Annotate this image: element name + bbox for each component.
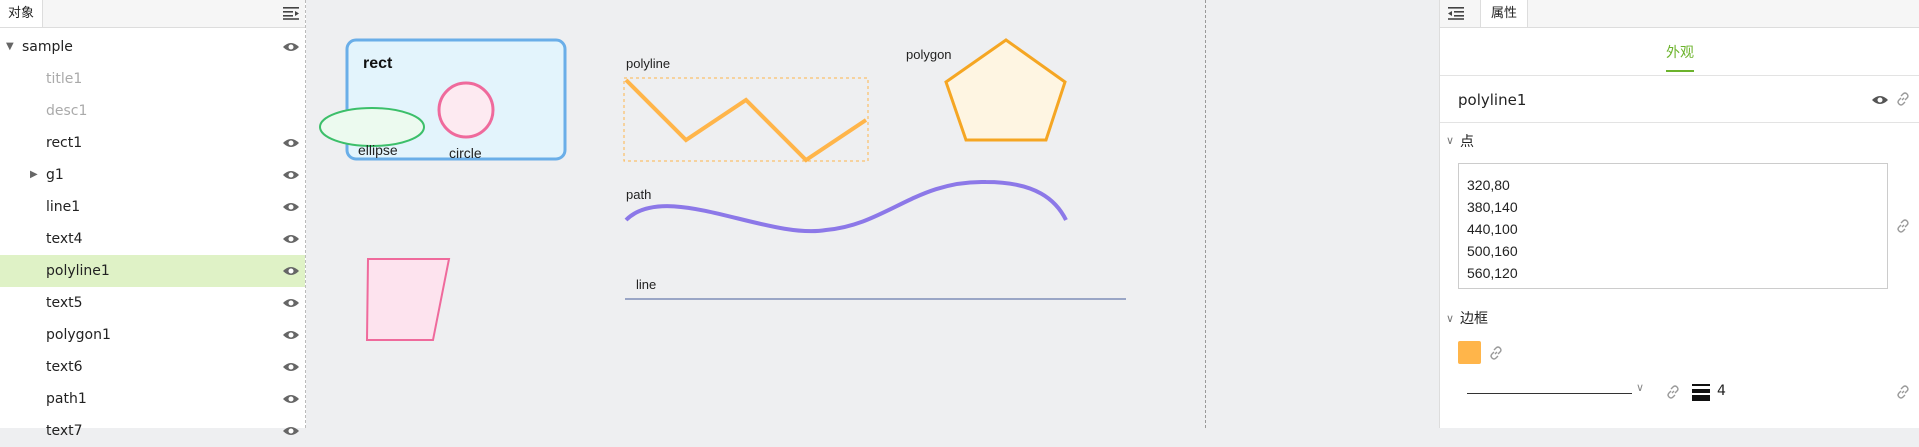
polygon-label: polygon <box>906 47 952 62</box>
objects-panel: 对象 ▼ sample title1 desc1 rect1 ▶ g1 line1 text4 p… <box>0 0 306 439</box>
link-icon[interactable] <box>1489 346 1503 360</box>
object-header: polyline1 <box>1440 76 1919 123</box>
eye-icon[interactable] <box>1872 94 1888 106</box>
caret-right-icon[interactable]: ▶ <box>30 159 38 191</box>
tree-item-text7[interactable]: text7 <box>0 415 305 447</box>
objects-tabbar: 对象 <box>0 0 305 28</box>
points-textarea[interactable]: 320,80 380,140 440,100 500,160 560,120 <box>1458 163 1888 289</box>
tree-item-label: desc1 <box>46 103 88 119</box>
link-icon[interactable] <box>1896 219 1910 233</box>
path-label: path <box>626 187 651 202</box>
eye-icon[interactable] <box>283 425 299 437</box>
tree-item-label: title1 <box>46 71 83 87</box>
border-section-title[interactable]: 边框 <box>1460 308 1488 328</box>
link-icon[interactable] <box>1666 385 1680 399</box>
eye-icon[interactable] <box>283 201 299 213</box>
tree-item-text6[interactable]: text6 <box>0 351 305 383</box>
tab-properties[interactable]: 属性 <box>1480 0 1529 27</box>
canvas-boundary <box>1205 0 1206 428</box>
object-name: polyline1 <box>1458 91 1527 109</box>
parallelogram-shape[interactable] <box>365 258 451 341</box>
eye-icon[interactable] <box>283 137 299 149</box>
stroke-style-select[interactable] <box>1467 393 1632 394</box>
polyline-label: polyline <box>626 56 670 71</box>
tree-item-g1[interactable]: ▶ g1 <box>0 159 305 191</box>
properties-tabbar: 属性 <box>1440 0 1919 28</box>
stroke-width-value[interactable]: 4 <box>1717 383 1726 399</box>
tab-appearance[interactable]: 外观 <box>1666 42 1694 72</box>
tree-item-polyline1[interactable]: polyline1 <box>0 255 305 287</box>
tree-item-title1[interactable]: title1 <box>0 63 305 95</box>
tree-item-desc1[interactable]: desc1 <box>0 95 305 127</box>
selection-box[interactable] <box>623 77 869 162</box>
eye-icon[interactable] <box>283 41 299 53</box>
polyline-shape[interactable] <box>624 78 868 163</box>
list-menu-icon[interactable] <box>283 6 299 20</box>
chevron-down-icon[interactable]: ∨ <box>1446 312 1454 325</box>
tree-item-line1[interactable]: line1 <box>0 191 305 223</box>
stroke-width-icon[interactable] <box>1692 383 1710 401</box>
tree-item-text4[interactable]: text4 <box>0 223 305 255</box>
caret-down-icon[interactable]: ▼ <box>6 31 14 63</box>
tree-item-label: polygon1 <box>46 327 111 343</box>
tree-item-rect1[interactable]: rect1 <box>0 127 305 159</box>
link-icon[interactable] <box>1896 92 1910 106</box>
tree-item-path1[interactable]: path1 <box>0 383 305 415</box>
object-tree: ▼ sample title1 desc1 rect1 ▶ g1 line1 text4 poly… <box>0 31 305 447</box>
eye-icon[interactable] <box>283 393 299 405</box>
tree-item-label: rect1 <box>46 135 83 151</box>
collapse-panel-icon[interactable] <box>1448 6 1464 20</box>
tree-item-label: path1 <box>46 391 87 407</box>
path-shape[interactable] <box>624 179 1068 234</box>
tree-item-label: text7 <box>46 423 83 439</box>
tree-item-label: text6 <box>46 359 83 375</box>
tree-item-text5[interactable]: text5 <box>0 287 305 319</box>
rect-title: rect <box>363 55 393 72</box>
eye-icon[interactable] <box>283 233 299 245</box>
tree-item-sample[interactable]: ▼ sample <box>0 31 305 63</box>
eye-icon[interactable] <box>283 329 299 341</box>
ellipse-label: ellipse <box>358 142 398 158</box>
tree-item-label: text4 <box>46 231 83 247</box>
circle-shape[interactable] <box>437 81 495 139</box>
drawing-canvas[interactable]: rect ellipse circle polyline polygon pat… <box>306 0 1439 428</box>
tree-item-label: polyline1 <box>46 263 110 279</box>
line-label: line <box>636 277 656 292</box>
eye-icon[interactable] <box>283 361 299 373</box>
link-icon[interactable] <box>1896 385 1910 399</box>
tree-item-label: sample <box>22 39 73 55</box>
tab-objects[interactable]: 对象 <box>0 0 44 27</box>
stroke-color-swatch[interactable] <box>1458 341 1481 364</box>
tree-item-polygon1[interactable]: polygon1 <box>0 319 305 351</box>
appearance-subtab-bar: 外观 <box>1440 28 1919 76</box>
tree-item-label: line1 <box>46 199 81 215</box>
properties-panel: 属性 外观 polyline1 ∨ 点 320,80 380,140 440,1… <box>1439 0 1919 428</box>
polygon-shape[interactable] <box>944 38 1067 142</box>
tree-item-label: g1 <box>46 167 64 183</box>
circle-label: circle <box>449 145 482 161</box>
canvas-svg: rect ellipse circle polyline polygon pat… <box>319 38 1126 341</box>
points-section-title[interactable]: 点 <box>1460 131 1474 151</box>
eye-icon[interactable] <box>283 297 299 309</box>
ellipse-shape[interactable] <box>319 107 425 147</box>
eye-icon[interactable] <box>283 265 299 277</box>
chevron-down-icon[interactable]: ∨ <box>1446 134 1454 147</box>
tree-item-label: text5 <box>46 295 83 311</box>
eye-icon[interactable] <box>283 169 299 181</box>
chevron-down-icon[interactable]: ∨ <box>1636 381 1644 394</box>
